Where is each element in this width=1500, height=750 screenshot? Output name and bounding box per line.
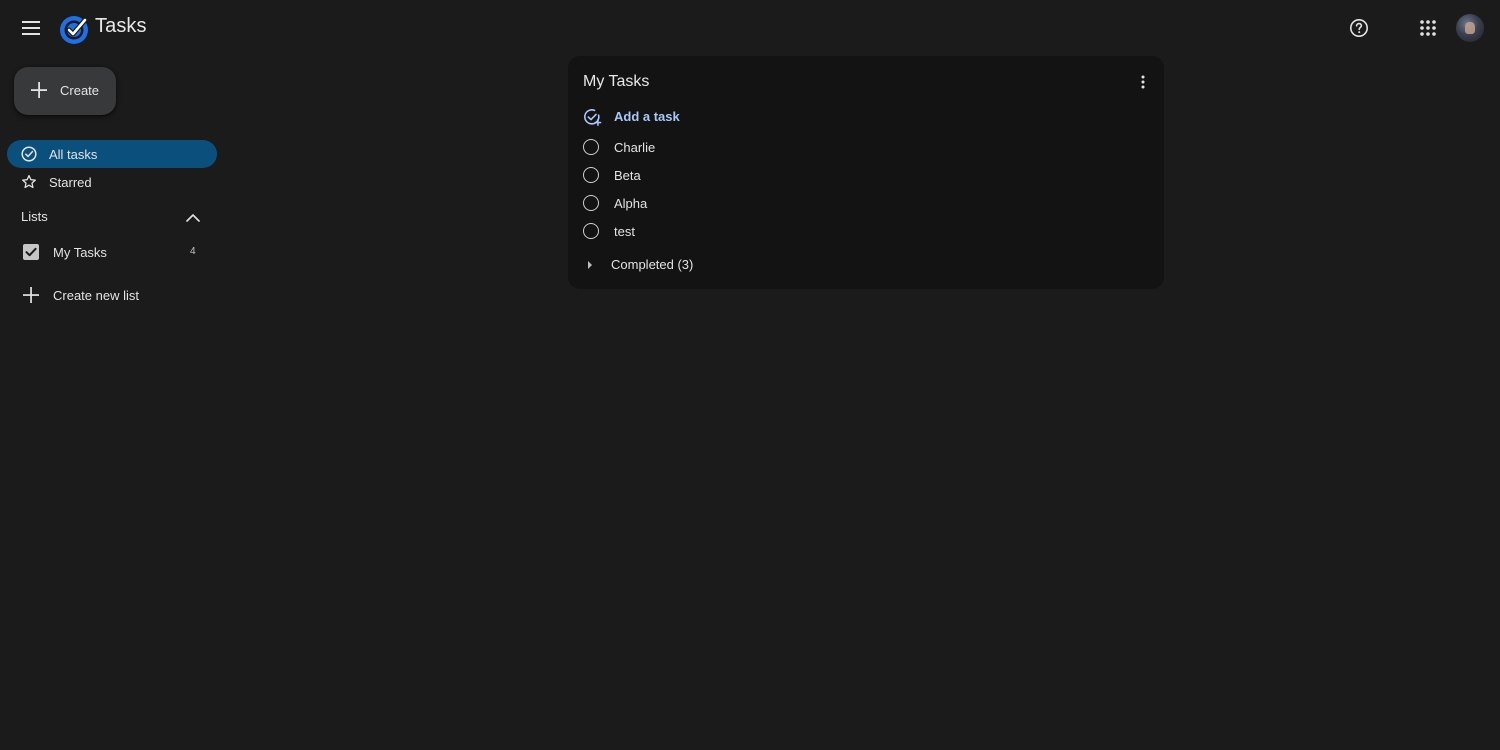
list-options-button[interactable] (1132, 71, 1154, 93)
check-circle-icon (21, 146, 37, 162)
plus-icon (31, 82, 47, 98)
nav-item-all-tasks[interactable]: All tasks (7, 140, 217, 168)
grid-apps-icon (1420, 20, 1436, 36)
completed-label: Completed (3) (611, 257, 694, 272)
add-task-label: Add a task (614, 109, 680, 124)
checkbox-checked-icon[interactable] (22, 243, 40, 261)
create-button-label: Create (60, 83, 100, 98)
list-item-label: My Tasks (53, 245, 107, 260)
task-list-card: My Tasks Add a task Charlie Beta Alpha t… (568, 56, 1164, 289)
add-task-button[interactable]: Add a task (582, 106, 782, 128)
top-bar: Tasks (0, 0, 1500, 56)
list-item-count: 4 (190, 246, 196, 257)
create-new-list-button[interactable]: Create new list (14, 283, 214, 307)
task-item: Beta (582, 165, 1142, 187)
task-item: Alpha (582, 193, 1142, 215)
task-complete-checkbox[interactable] (583, 195, 599, 211)
user-avatar[interactable] (1456, 14, 1484, 42)
more-vertical-icon (1141, 75, 1145, 89)
help-circle-icon (1350, 19, 1368, 37)
lists-header: Lists (21, 209, 48, 224)
nav-item-starred[interactable]: Starred (7, 168, 217, 196)
tasks-logo-icon (60, 16, 88, 44)
nav-item-label: Starred (49, 175, 92, 190)
task-title[interactable]: Beta (614, 168, 641, 183)
task-item: test (582, 221, 1142, 243)
task-title[interactable]: Alpha (614, 196, 647, 211)
chevron-up-icon (186, 213, 200, 222)
completed-section-toggle[interactable]: Completed (3) (582, 254, 782, 276)
star-outline-icon (22, 174, 36, 189)
google-apps-button[interactable] (1411, 11, 1445, 45)
app-title: Tasks (95, 15, 147, 37)
plus-icon (23, 287, 39, 303)
tasks-app: Tasks Create All tasks Starred Lists My … (0, 0, 1500, 750)
nav-item-label: All tasks (49, 147, 98, 162)
hamburger-menu-icon (22, 21, 40, 35)
add-task-icon (584, 109, 602, 126)
task-complete-checkbox[interactable] (583, 167, 599, 183)
task-item: Charlie (582, 137, 1142, 159)
card-title: My Tasks (583, 73, 650, 90)
create-button[interactable]: Create (14, 67, 116, 115)
task-complete-checkbox[interactable] (583, 139, 599, 155)
help-button[interactable] (1342, 11, 1376, 45)
list-item-my-tasks[interactable]: My Tasks 4 (14, 240, 214, 264)
task-title[interactable]: test (614, 224, 635, 239)
task-complete-checkbox[interactable] (583, 223, 599, 239)
task-title[interactable]: Charlie (614, 140, 655, 155)
lists-collapse-button[interactable] (183, 207, 203, 227)
main-menu-button[interactable] (14, 11, 48, 45)
create-new-list-label: Create new list (53, 288, 139, 303)
caret-right-icon (588, 261, 592, 269)
